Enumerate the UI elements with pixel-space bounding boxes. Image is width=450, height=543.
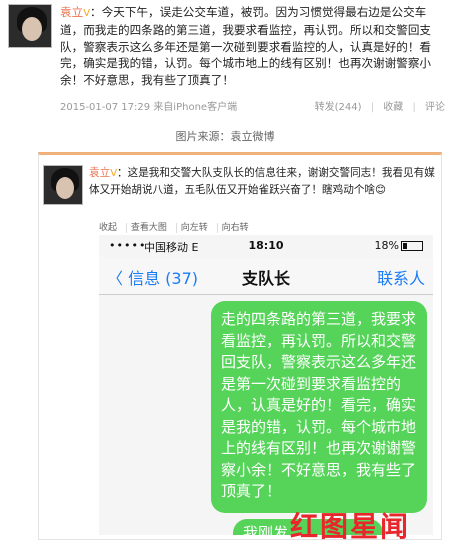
image-source-caption: 图片来源：袁立微博 — [175, 130, 275, 143]
battery-icon — [401, 241, 423, 251]
username-link[interactable]: 袁立 — [89, 167, 110, 179]
view-large-button[interactable]: 查看大图 — [125, 223, 167, 233]
rotate-right-button[interactable]: 向右转 — [216, 223, 249, 233]
comment-button[interactable]: 评论 — [425, 102, 445, 113]
image-toolbar: 收起 查看大图 向左转 向右转 — [99, 220, 255, 233]
battery-percent: 18% — [374, 239, 399, 252]
post-text: 袁立V：这是我和交警大队支队长的信息往来，谢谢交警同志！我看见有媒体又开始胡说八… — [89, 165, 437, 199]
favorite-button[interactable]: 收藏 — [383, 102, 403, 113]
messages-navbar: 〈 信息 (37) 支队长 联系人 — [99, 257, 433, 295]
weibo-post-card: 袁立V：这是我和交警大队支队长的信息往来，谢谢交警同志！我看见有媒体又开始胡说八… — [38, 152, 442, 540]
collapse-button[interactable]: 收起 — [99, 223, 117, 233]
client-source: 来自iPhone客户端 — [153, 102, 238, 113]
verified-badge-icon: V — [110, 168, 118, 179]
message-bubble: 走的四条路的第三道，我要求看监控，再认罚。所以和交警回支队，警察表示这么多年还是… — [211, 301, 427, 513]
avatar[interactable] — [43, 165, 83, 205]
avatar[interactable] — [8, 4, 52, 48]
rotate-left-button[interactable]: 向左转 — [175, 223, 208, 233]
post-body: ：今天下午，误走公交车道，被罚。因为习惯觉得最右边是公交车道，而我走的四条路的第… — [60, 5, 432, 87]
contact-button[interactable]: 联系人 — [377, 265, 425, 289]
emoji-icon: 😊 — [375, 184, 387, 196]
weibo-post: 袁立V：今天下午，误走公交车道，被罚。因为习惯觉得最右边是公交车道，而我走的四条… — [0, 0, 450, 120]
phone-screenshot[interactable]: ••••• 中国移动 E 18:10 18% 〈 信息 (37) 支队长 联系人… — [99, 235, 433, 535]
post-text: 袁立V：今天下午，误走公交车道，被罚。因为习惯觉得最右边是公交车道，而我走的四条… — [60, 4, 445, 88]
username-link[interactable]: 袁立 — [60, 5, 83, 19]
site-watermark: 红图星闻 — [290, 510, 411, 543]
timestamp[interactable]: 2015-01-07 17:29 — [60, 102, 150, 113]
status-bar: ••••• 中国移动 E 18:10 18% — [99, 235, 433, 257]
repost-button[interactable]: 转发(244) — [315, 102, 362, 113]
